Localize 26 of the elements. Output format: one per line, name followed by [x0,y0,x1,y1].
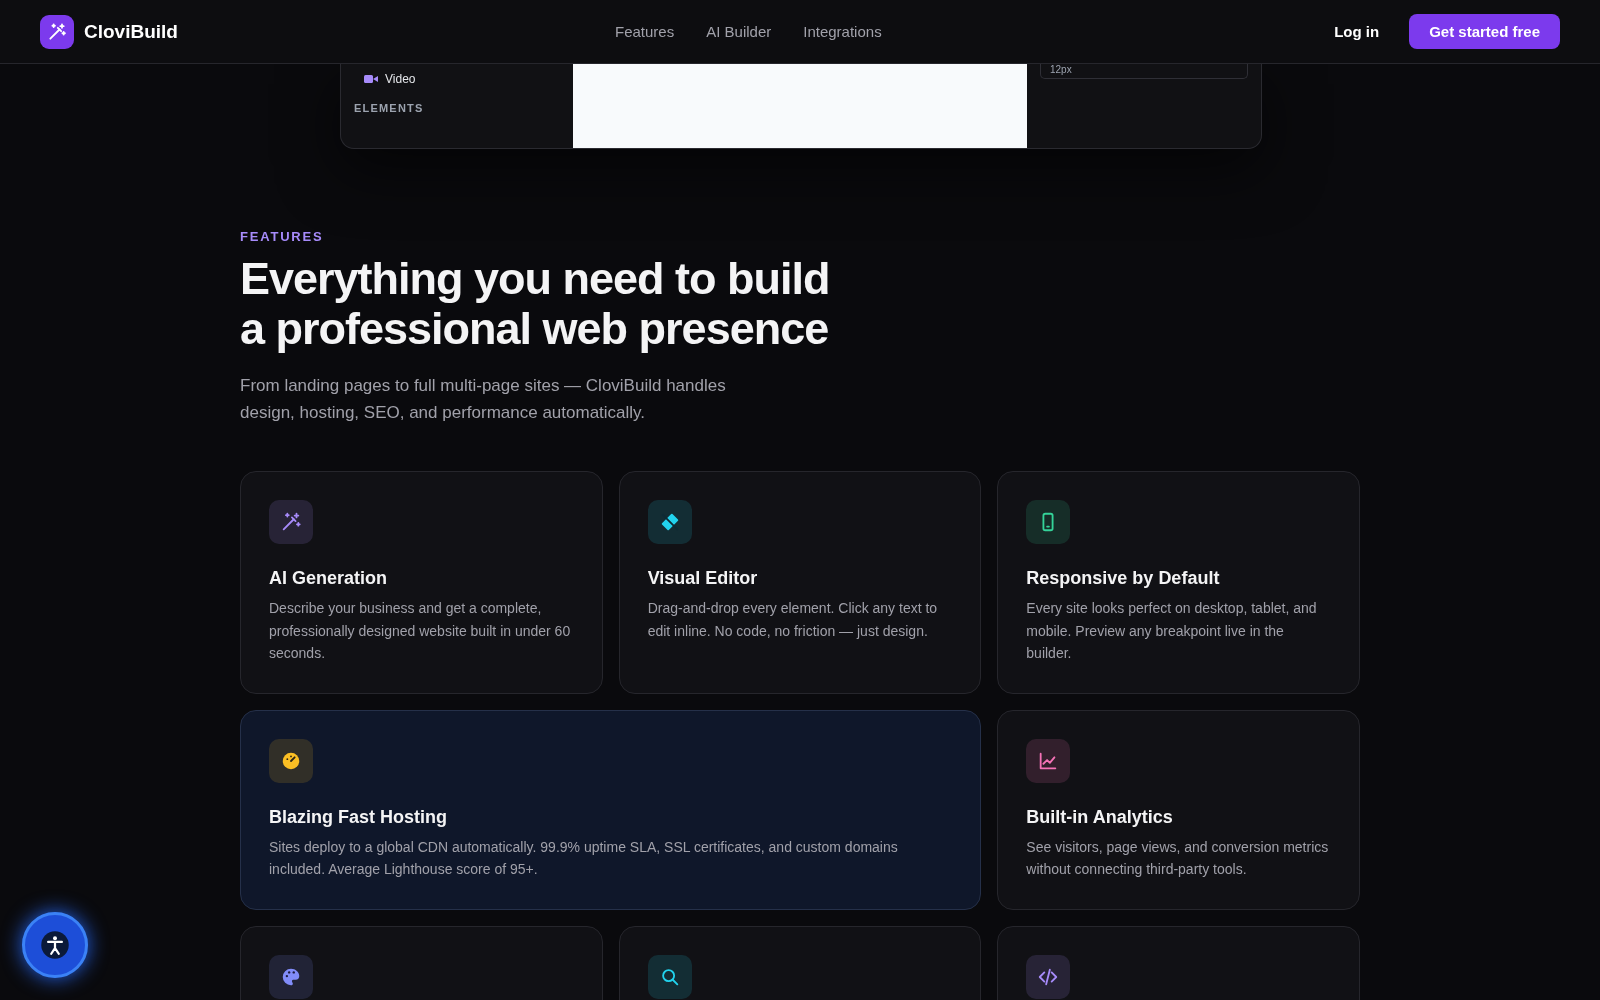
input-field[interactable]: 12px [1040,64,1248,79]
section-heading: Everything you need to build a professional web presence [240,254,831,354]
nav-link[interactable]: AI Builder [706,23,772,40]
card-description: Every site looks perfect on desktop, tablet, and mobile. Preview any breakpoint live in the builder. [1026,599,1318,663]
sidebar-section-label: ELEMENTS [354,102,425,114]
section-eyebrow: FEATURES [240,229,325,244]
accessibility-button[interactable] [22,912,88,978]
brand-name[interactable]: CloviBuild [84,20,178,43]
card-title: Blazing Fast Hosting [269,806,448,828]
card-description: Drag-and-drop every element. Click any text to edit inline. No code, no friction — just design. [647,599,939,641]
section-subtitle: From landing pages to full multi-page sites — CloviBuild handles design, hosting, SEO, and performance automatically. [240,375,727,424]
card-title: Visual Editor [647,568,759,589]
card-title: Responsive by Default [1026,568,1221,589]
card-description: Sites deploy to a global CDN automatically. 99.9% uptime SLA, SSL certificates, and custom domains included. Average Lighthouse score of 95+. [269,837,899,879]
card-title: AI Generation [269,568,389,589]
video-camera-icon [364,74,378,84]
sidebar-item[interactable]: Video [364,72,573,86]
get-started-button[interactable]: Get started free [1409,14,1560,49]
card-description: See visitors, page views, and conversion metrics without connecting third-party tools. [1026,837,1330,879]
logo-icon[interactable] [40,14,74,49]
nav-link[interactable]: Integrations [803,23,882,40]
card-title: Built-in Analytics [1026,806,1174,828]
login-link[interactable]: Log in [1334,23,1380,40]
nav-link[interactable]: Features [615,23,675,40]
accessibility-icon [40,930,70,960]
card-description: Describe your business and get a complete, professionally designed website built in under 60 seconds. [269,599,572,663]
